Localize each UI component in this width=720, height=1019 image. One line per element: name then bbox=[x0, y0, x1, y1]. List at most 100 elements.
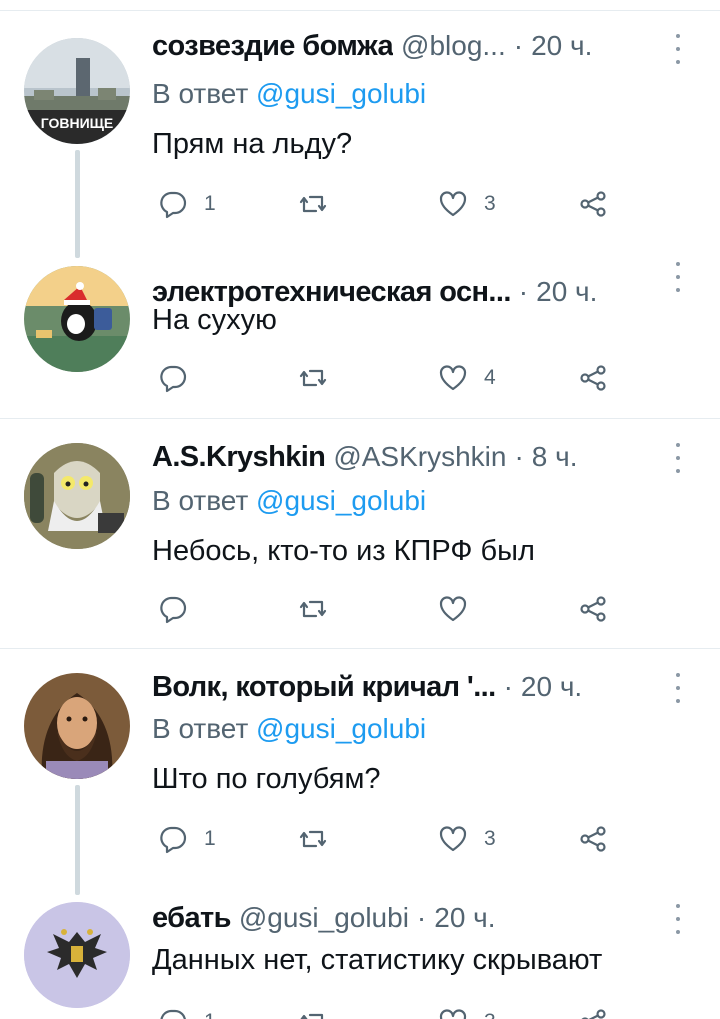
share-icon bbox=[580, 191, 606, 217]
avatar-image bbox=[24, 443, 130, 549]
reply-icon bbox=[160, 826, 187, 854]
separator: · bbox=[513, 30, 524, 61]
retweet-icon bbox=[300, 1013, 324, 1019]
share-icon bbox=[581, 1009, 606, 1019]
retweet-button[interactable] bbox=[298, 358, 344, 398]
tweet-text: Небось, кто-то из КПРФ был bbox=[152, 535, 535, 567]
like-count: 3 bbox=[484, 1010, 496, 1019]
tweet-actions: 1 3 bbox=[152, 819, 632, 859]
reply-button[interactable] bbox=[158, 589, 204, 629]
tweet-header: созвездие бомжа @blog... · 20 ч. bbox=[152, 26, 660, 66]
reply-to: В ответ @gusi_golubi bbox=[152, 78, 426, 110]
more-icon[interactable] bbox=[668, 673, 688, 703]
mention-link[interactable]: @gusi_golubi bbox=[256, 485, 426, 516]
author-name[interactable]: ебать bbox=[152, 902, 231, 935]
author-name[interactable]: Волк, который кричал '... bbox=[152, 671, 496, 704]
reply-icon bbox=[160, 365, 187, 393]
timestamp[interactable]: 8 ч. bbox=[532, 441, 578, 473]
timestamp[interactable]: 20 ч. bbox=[531, 30, 592, 62]
like-button[interactable]: 3 bbox=[438, 819, 496, 859]
like-count: 3 bbox=[484, 827, 496, 850]
tweet-actions: 4 bbox=[152, 358, 632, 398]
retweet-icon bbox=[299, 369, 327, 387]
separator: · bbox=[514, 441, 524, 472]
retweet-button[interactable] bbox=[298, 589, 344, 629]
heart-icon bbox=[439, 826, 467, 852]
tweet-text: На сухую bbox=[152, 304, 277, 336]
more-icon[interactable] bbox=[668, 34, 688, 64]
tweet-actions bbox=[152, 589, 632, 629]
thread-line bbox=[75, 785, 80, 895]
avatar-caption: ГОВНИЩЕ bbox=[41, 115, 114, 131]
heart-icon bbox=[439, 596, 467, 622]
share-button[interactable] bbox=[578, 358, 608, 398]
tweet-text: Данных нет, статистику скрывают bbox=[152, 944, 603, 976]
share-button[interactable] bbox=[578, 184, 608, 224]
retweet-button[interactable] bbox=[298, 819, 344, 859]
share-icon bbox=[580, 826, 606, 852]
more-icon[interactable] bbox=[668, 262, 688, 292]
reply-prefix: В ответ bbox=[152, 78, 249, 109]
more-icon[interactable] bbox=[668, 443, 688, 473]
reply-count: 1 bbox=[204, 1010, 216, 1019]
avatar[interactable]: ГОВНИЩЕ bbox=[24, 38, 130, 144]
heart-icon bbox=[439, 365, 467, 391]
heart-icon bbox=[439, 191, 467, 217]
share-button[interactable] bbox=[578, 819, 608, 859]
thread-line bbox=[75, 150, 80, 258]
author-handle[interactable]: @gusi_golubi bbox=[239, 902, 409, 934]
reply-icon bbox=[160, 191, 187, 219]
tweet-header: ебать @gusi_golubi · 20 ч. bbox=[152, 898, 660, 938]
share-button[interactable] bbox=[578, 589, 608, 629]
reply-button[interactable] bbox=[158, 358, 204, 398]
retweet-icon bbox=[299, 830, 327, 848]
reply-button[interactable]: 1 bbox=[158, 184, 216, 224]
author-name[interactable]: A.S.Kryshkin bbox=[152, 441, 325, 474]
like-button[interactable]: 3 bbox=[438, 1002, 496, 1019]
like-button[interactable]: 4 bbox=[438, 358, 496, 398]
share-icon bbox=[580, 365, 606, 391]
tweet-actions: 1 3 bbox=[152, 184, 632, 224]
reply-count: 1 bbox=[204, 827, 216, 850]
tweet[interactable]: ГОВНИЩЕ созвездие бомжа @blog... · 20 ч.… bbox=[0, 0, 720, 258]
tweet-header: Волк, который кричал '... · 20 ч. bbox=[152, 667, 660, 707]
retweet-icon bbox=[299, 195, 327, 213]
avatar[interactable] bbox=[24, 902, 130, 1008]
reply-prefix: В ответ bbox=[152, 713, 249, 744]
mention-link[interactable]: @gusi_golubi bbox=[256, 713, 426, 744]
tweet[interactable]: A.S.Kryshkin @ASKryshkin · 8 ч. В ответ … bbox=[0, 419, 720, 648]
heart-icon bbox=[439, 1009, 467, 1019]
timestamp[interactable]: 20 ч. bbox=[521, 671, 582, 703]
avatar[interactable] bbox=[24, 443, 130, 549]
author-handle[interactable]: @ASKryshkin bbox=[333, 441, 506, 473]
separator: · bbox=[503, 671, 513, 702]
timestamp[interactable]: 20 ч. bbox=[434, 902, 495, 934]
share-button[interactable] bbox=[578, 1002, 608, 1019]
avatar[interactable] bbox=[24, 266, 130, 372]
tweet[interactable]: Волк, который кричал '... · 20 ч. В отве… bbox=[0, 649, 720, 895]
like-count: 4 bbox=[484, 366, 496, 389]
like-button[interactable]: 3 bbox=[438, 184, 496, 224]
tweet-header: A.S.Kryshkin @ASKryshkin · 8 ч. bbox=[152, 437, 660, 477]
avatar-image bbox=[24, 902, 130, 1008]
avatar-image bbox=[24, 673, 130, 779]
share-icon bbox=[580, 596, 606, 622]
more-icon[interactable] bbox=[668, 904, 688, 934]
tweet-text: Што по голубям? bbox=[152, 763, 381, 795]
reply-count: 1 bbox=[204, 192, 216, 215]
avatar[interactable] bbox=[24, 673, 130, 779]
tweet[interactable]: электротехническая осн... · 20 ч. На сух… bbox=[0, 250, 720, 418]
retweet-button[interactable] bbox=[298, 184, 344, 224]
mention-link[interactable]: @gusi_golubi bbox=[256, 78, 426, 109]
reply-button[interactable]: 1 bbox=[158, 1002, 216, 1019]
separator: · bbox=[416, 902, 427, 933]
reply-icon bbox=[160, 596, 187, 624]
reply-icon bbox=[160, 1009, 186, 1019]
retweet-button[interactable] bbox=[298, 1002, 344, 1019]
author-handle[interactable]: @blog... bbox=[401, 30, 506, 62]
like-button[interactable] bbox=[438, 589, 484, 629]
avatar-image: ГОВНИЩЕ bbox=[24, 38, 130, 144]
reply-button[interactable]: 1 bbox=[158, 819, 216, 859]
tweet[interactable]: ебать @gusi_golubi · 20 ч. Данных нет, с… bbox=[0, 890, 720, 1019]
author-name[interactable]: созвездие бомжа bbox=[152, 30, 393, 63]
